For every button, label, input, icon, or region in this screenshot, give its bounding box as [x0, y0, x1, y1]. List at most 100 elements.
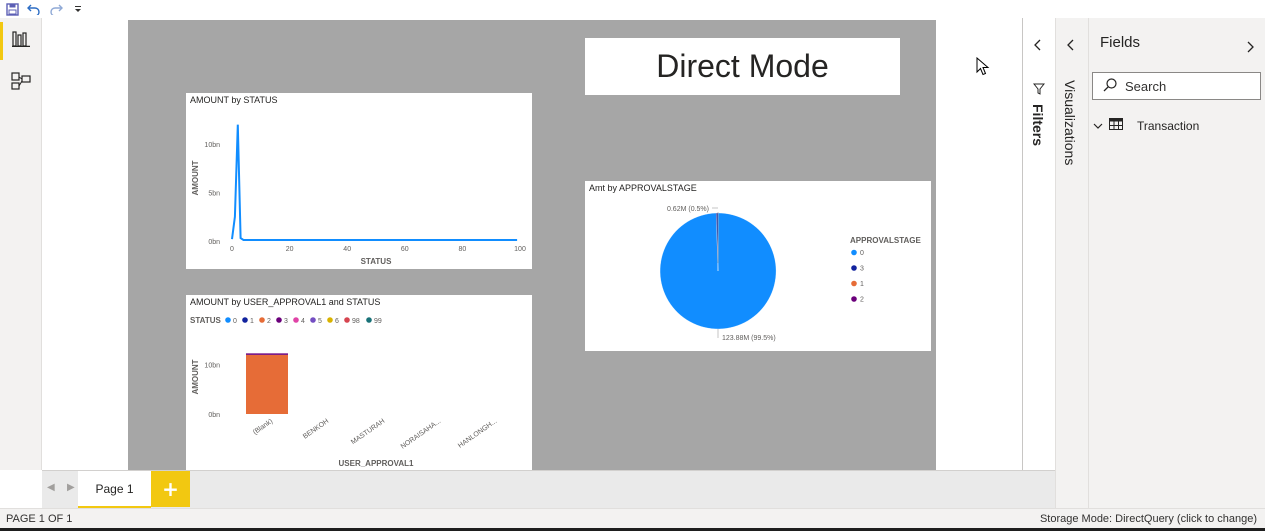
bar-legend-marker	[276, 317, 282, 323]
fields-pane: Fields Transaction	[1088, 18, 1265, 508]
bar-x-tick-label: HANLONGH...	[457, 418, 498, 450]
bar-x-tick-label: (Blank)	[252, 418, 274, 436]
line-x-tick-label: 80	[459, 246, 467, 253]
line-series-status	[231, 124, 518, 241]
tab-scroll-right-icon[interactable]: ▶	[67, 482, 75, 493]
bar-legend-entry: 98	[352, 318, 360, 325]
fields-search-box[interactable]	[1092, 72, 1261, 100]
chevron-down-icon[interactable]	[1093, 119, 1103, 133]
pie-small-slice-label: 0.62M (0.5%)	[667, 206, 709, 213]
line-x-tick-label: 0	[230, 246, 234, 253]
save-icon[interactable]	[4, 1, 20, 17]
line-x-tick-label: 40	[343, 246, 351, 253]
plus-icon: +	[162, 477, 179, 501]
filters-pane[interactable]: Filters	[1022, 18, 1055, 470]
storage-mode-status[interactable]: Storage Mode: DirectQuery (click to chan…	[1040, 513, 1257, 525]
pie-chart-svg: 0.62M (0.5%) 123.88M (99.5%) APPROVALSTA…	[659, 206, 921, 342]
bar-legend-marker	[259, 317, 265, 323]
bar-legend-marker	[310, 317, 316, 323]
pie-large-slice-label: 123.88M (99.5%)	[722, 335, 776, 342]
model-view-button[interactable]	[0, 62, 42, 104]
bar-legend-marker	[366, 317, 372, 323]
line-x-tick-label: 60	[401, 246, 409, 253]
bar-legend-entry: 5	[318, 318, 322, 325]
redo-icon[interactable]	[48, 1, 64, 17]
bar-legend-marker	[344, 317, 350, 323]
bar-legend-entry: 6	[335, 318, 339, 325]
bar-chart-svg: STATUS 0 1 2 3 4 5 6 98 99 AMOUNT USER_APPROVAL1…	[190, 316, 498, 468]
line-chart-svg: AMOUNT STATUS 0bn 5bn 10bn 0 20 40 60 80 100	[191, 124, 526, 266]
report-page[interactable]: AMOUNT by STATUS AMOUNT STATUS 0bn 5bn 10b…	[128, 20, 936, 470]
line-y-tick-label: 10bn	[204, 142, 220, 149]
pie-legend-marker	[851, 280, 857, 287]
bar-y-axis-label: AMOUNT	[191, 359, 200, 394]
view-switcher-rail	[0, 18, 42, 470]
bar-legend-marker	[293, 317, 299, 323]
line-x-tick-label: 100	[514, 246, 526, 253]
line-x-tick-label: 20	[286, 246, 294, 253]
report-view-icon	[12, 31, 30, 51]
bar-legend-entry: 4	[301, 318, 305, 325]
bar-chart-visual[interactable]: AMOUNT by USER_APPROVAL1 and STATUS STAT…	[186, 295, 532, 470]
bar-legend-entry: 0	[233, 318, 237, 325]
bar-legend-entry: 3	[284, 318, 288, 325]
table-name-label: Transaction	[1137, 118, 1200, 133]
line-x-axis-label: STATUS	[361, 257, 392, 266]
pie-legend-marker	[851, 265, 857, 271]
chevron-right-icon[interactable]	[1245, 38, 1255, 57]
filters-pane-label[interactable]: Filters	[1030, 104, 1046, 146]
pie-legend-entry: 1	[860, 281, 864, 288]
search-icon	[1103, 77, 1117, 96]
bar-legend-entry: 1	[250, 318, 254, 325]
bar-x-tick-label: NORAISAHA...	[400, 418, 443, 451]
viz-chevron-left-icon[interactable]	[1066, 36, 1076, 55]
bar-y-tick-label: 0bn	[208, 412, 220, 419]
line-chart-visual[interactable]: AMOUNT by STATUS AMOUNT STATUS 0bn 5bn 10b…	[186, 93, 532, 269]
bar-segment	[246, 354, 288, 414]
direct-mode-title: Direct Mode	[656, 48, 829, 84]
fields-search-input[interactable]	[1125, 78, 1245, 94]
bar-y-tick-label: 10bn	[204, 363, 220, 370]
add-page-button[interactable]: +	[151, 471, 190, 507]
page-count-status: PAGE 1 OF 1	[6, 513, 73, 525]
table-icon	[1109, 118, 1123, 133]
tab-page-1[interactable]: Page 1	[78, 471, 151, 509]
status-bar: PAGE 1 OF 1 Storage Mode: DirectQuery (c…	[0, 508, 1265, 528]
bar-legend-title: STATUS	[190, 316, 221, 325]
bar-legend-marker	[327, 317, 333, 323]
quick-access-toolbar	[0, 0, 1265, 18]
report-view-button[interactable]	[0, 20, 42, 62]
visualizations-pane-label[interactable]: Visualizations	[1062, 80, 1078, 165]
line-y-tick-label: 0bn	[208, 239, 220, 246]
bar-x-axis-label: USER_APPROVAL1	[339, 459, 415, 468]
bar-legend-entry: 99	[374, 318, 382, 325]
page-tabs-bar: ◀ ▶ Page 1 +	[42, 470, 1055, 509]
line-y-tick-label: 5bn	[208, 191, 220, 198]
tab-scroll-left-icon[interactable]: ◀	[47, 482, 55, 493]
pie-legend-entry: 0	[860, 250, 864, 257]
bar-legend-marker	[225, 317, 231, 323]
fields-pane-title: Fields	[1100, 34, 1141, 51]
pie-legend-entry: 2	[860, 297, 864, 304]
model-view-icon	[11, 72, 31, 94]
table-item-transaction[interactable]: Transaction	[1093, 118, 1199, 133]
funnel-icon	[1032, 80, 1046, 99]
pie-legend-title: APPROVALSTAGE	[850, 236, 921, 245]
chevron-left-icon[interactable]	[1033, 36, 1043, 55]
bar-legend-entry: 2	[267, 318, 271, 325]
bar-x-tick-label: MASTURAH	[350, 418, 386, 446]
pie-legend-marker	[851, 249, 857, 256]
mouse-cursor-icon	[976, 56, 990, 81]
bar-x-tick-label: BENKOH	[302, 418, 330, 441]
pie-legend-entry: 3	[860, 266, 864, 273]
pie-chart-visual[interactable]: Amt by APPROVALSTAGE 0.62M (0.5%) 123.88…	[585, 181, 931, 351]
pie-legend-marker	[851, 296, 857, 302]
caret-down-icon[interactable]	[70, 1, 86, 17]
visualizations-pane[interactable]: Visualizations	[1055, 18, 1088, 508]
direct-mode-textbox[interactable]: Direct Mode	[585, 38, 900, 95]
power-bi-window: AMOUNT by STATUS AMOUNT STATUS 0bn 5bn 10b…	[0, 0, 1265, 531]
bar-segment	[246, 353, 288, 355]
line-y-axis-label: AMOUNT	[191, 160, 200, 195]
bar-legend-marker	[242, 317, 248, 323]
undo-icon[interactable]	[26, 1, 42, 17]
